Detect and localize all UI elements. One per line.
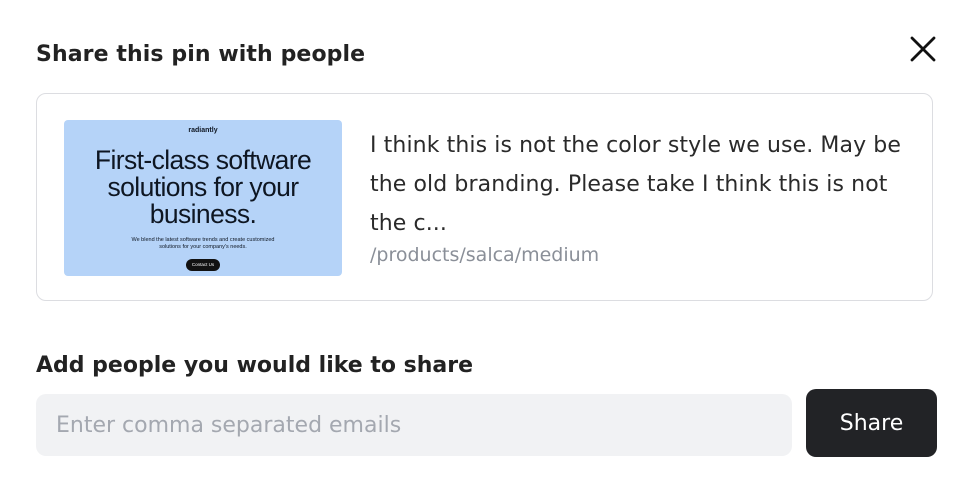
share-button[interactable]: Share	[806, 389, 937, 457]
thumbnail-headline: First-class software solutions for your …	[94, 145, 312, 229]
thumbnail-brand: radiantly	[188, 127, 218, 134]
close-icon	[910, 36, 936, 62]
pin-comment: I think this is not the color style we u…	[370, 133, 902, 236]
thumbnail-subtext: We blend the latest software trends and …	[131, 237, 275, 250]
pin-thumbnail: radiantly First-class software solutions…	[64, 120, 342, 276]
thumbnail-contact-button: Contact Us	[186, 259, 220, 271]
close-button[interactable]	[904, 30, 942, 68]
email-input[interactable]	[36, 394, 792, 456]
invite-label: Add people you would like to share	[36, 353, 474, 378]
pin-card: radiantly First-class software solutions…	[36, 93, 933, 301]
dialog-title: Share this pin with people	[36, 42, 366, 67]
pin-path: /products/salca/medium	[370, 244, 600, 266]
